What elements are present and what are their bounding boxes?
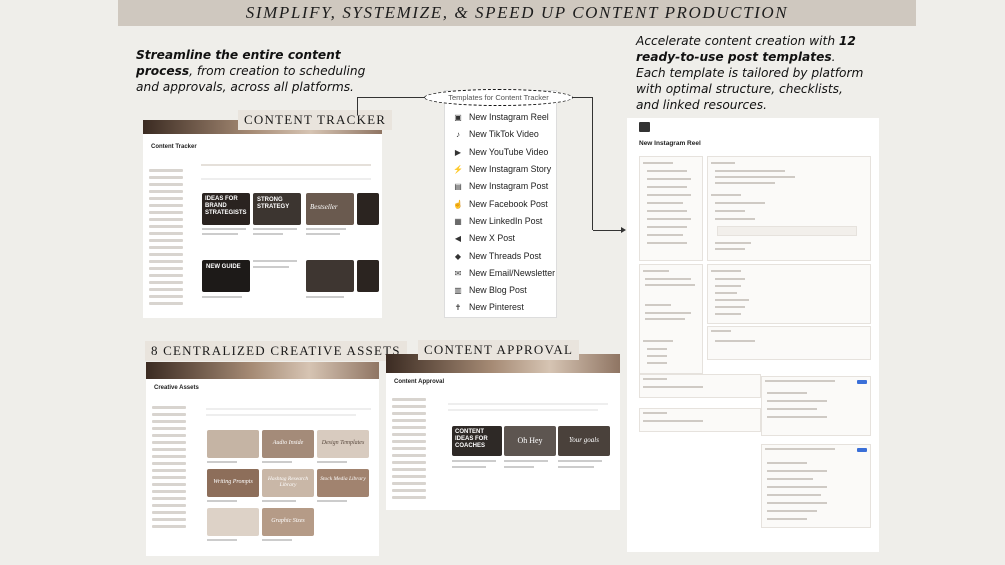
tag-icon: ◆ <box>454 251 462 261</box>
template-label: New X Post <box>469 233 515 243</box>
connector-right <box>573 97 593 230</box>
template-item-facebook-post[interactable]: ☝ New Facebook Post <box>453 199 548 209</box>
template-label: New Facebook Post <box>469 199 548 209</box>
toggle-button <box>857 380 867 384</box>
template-label: New TikTok Video <box>469 129 539 139</box>
image-icon: ▤ <box>454 181 462 191</box>
template-item-x-post[interactable]: ◀ New X Post <box>453 233 515 243</box>
music-note-icon: ♪ <box>456 129 460 139</box>
connector-left <box>357 97 425 115</box>
arrow-head <box>621 227 626 233</box>
toggle-button <box>857 448 867 452</box>
thumbs-up-icon: ☝ <box>453 199 463 209</box>
mail-icon: ✉ <box>454 268 462 278</box>
instagram-reel-template-screenshot: New Instagram Reel <box>627 118 879 552</box>
creative-assets-screenshot: Creative Assets Audio Inside Design Temp… <box>146 362 379 556</box>
megaphone-icon: ◀ <box>454 233 462 243</box>
asset-tile: Audio Inside <box>262 430 314 458</box>
asset-tile: Hashtag Research Library <box>262 469 314 497</box>
tracker-page-title: Content Tracker <box>151 144 197 150</box>
template-item-instagram-post[interactable]: ▤ New Instagram Post <box>453 181 548 191</box>
intro-left-text: Streamline the entire content process, f… <box>136 47 366 95</box>
approval-tile: Your goals <box>558 426 610 456</box>
briefcase-icon: ▦ <box>454 216 462 226</box>
template-label: New Instagram Post <box>469 181 549 191</box>
asset-tile: Graphic Sizes <box>262 508 314 536</box>
template-label: New Threads Post <box>469 251 542 261</box>
template-label: New Blog Post <box>469 285 527 295</box>
intro-right-text: Accelerate content creation with 12 read… <box>636 33 866 113</box>
content-approval-screenshot: Content Approval CONTENT IDEAS FOR COACH… <box>386 354 620 510</box>
tracker-tile: STRONG STRATEGY <box>253 193 301 225</box>
template-item-linkedin-post[interactable]: ▦ New LinkedIn Post <box>453 216 542 226</box>
book-icon: ▥ <box>454 285 462 295</box>
film-icon: ▣ <box>454 112 462 122</box>
template-label: New YouTube Video <box>469 147 549 157</box>
tracker-tile: Bestseller <box>306 193 354 225</box>
content-tracker-screenshot: Content Tracker IDEAS FOR BRAND STRATEGI… <box>143 120 382 318</box>
tracker-tile: IDEAS FOR BRAND STRATEGISTS <box>202 193 250 225</box>
template-item-instagram-story[interactable]: ⚡ New Instagram Story <box>453 164 551 174</box>
template-label: New Instagram Story <box>469 164 552 174</box>
template-item-threads-post[interactable]: ◆ New Threads Post <box>453 251 541 261</box>
template-item-youtube-video[interactable]: ▶ New YouTube Video <box>453 147 548 157</box>
template-item-pinterest[interactable]: ✝ New Pinterest <box>453 302 524 312</box>
template-item-email-newsletter[interactable]: ✉ New Email/Newsletter <box>453 268 555 278</box>
play-icon: ▶ <box>454 147 462 157</box>
tracker-tile: NEW GUIDE <box>202 260 250 292</box>
approval-tile: CONTENT IDEAS FOR COACHES <box>452 426 502 456</box>
asset-tile: Design Templates <box>317 430 369 458</box>
template-item-blog-post[interactable]: ▥ New Blog Post <box>453 285 527 295</box>
asset-tile: Writing Prompts <box>207 469 259 497</box>
asset-tile: Stock Media Library <box>317 469 369 497</box>
assets-page-title: Creative Assets <box>154 385 199 391</box>
template-page-title: New Instagram Reel <box>639 140 701 147</box>
film-icon <box>639 122 650 132</box>
dropdown-header: Templates for Content Tracker <box>448 93 549 102</box>
dropdown-header-oval: Templates for Content Tracker <box>424 89 573 106</box>
template-item-instagram-reel[interactable]: ▣ New Instagram Reel <box>453 112 549 122</box>
template-label: New Email/Newsletter <box>469 268 556 278</box>
banner-title: SIMPLIFY, SYSTEMIZE, & SPEED UP CONTENT … <box>245 3 789 22</box>
template-label: New LinkedIn Post <box>469 216 543 226</box>
template-label: New Instagram Reel <box>469 112 549 122</box>
templates-dropdown: ▣ New Instagram Reel ♪ New TikTok Video ▶ N… <box>444 90 557 318</box>
template-label: New Pinterest <box>469 302 524 312</box>
bolt-icon: ⚡ <box>453 164 463 174</box>
approval-tile: Oh Hey <box>504 426 556 456</box>
pin-icon: ✝ <box>454 302 462 312</box>
template-item-tiktok-video[interactable]: ♪ New TikTok Video <box>453 129 539 139</box>
title-banner: SIMPLIFY, SYSTEMIZE, & SPEED UP CONTENT … <box>118 0 916 26</box>
content-approval-tag: CONTENT APPROVAL <box>418 340 580 360</box>
approval-page-title: Content Approval <box>394 379 445 385</box>
creative-assets-tag: 8 CENTRALIZED CREATIVE ASSETS <box>145 341 407 361</box>
intro-right-lead: Accelerate content creation with <box>636 34 836 48</box>
connector-right-bottom <box>593 230 623 231</box>
